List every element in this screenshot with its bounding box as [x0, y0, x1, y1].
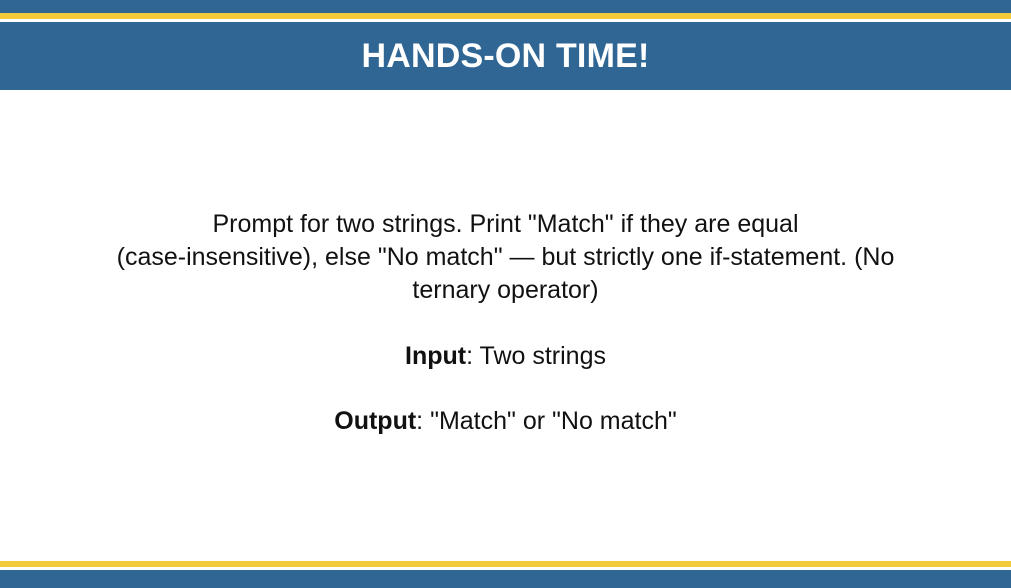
input-description: : Two strings: [466, 342, 606, 370]
slide-title: HANDS-ON TIME!: [361, 36, 650, 75]
input-label: Input: [405, 342, 467, 370]
header-top-stripe: [0, 0, 1011, 13]
input-spec: Input: Two strings: [60, 340, 951, 373]
task-prompt-line-1: Prompt for two strings. Print "Match" if…: [212, 210, 799, 238]
task-content: Prompt for two strings. Print "Match" if…: [60, 208, 951, 438]
task-prompt-line-2: (case-insensitive), else "No match" — bu…: [116, 243, 895, 271]
task-prompt-line-3: ternary operator): [412, 276, 599, 304]
output-description: : "Match" or "No match": [416, 407, 677, 435]
footer-band: [0, 570, 1011, 588]
task-prompt: Prompt for two strings. Print "Match" if…: [60, 208, 951, 307]
output-spec: Output: "Match" or "No match": [60, 405, 951, 438]
output-label: Output: [334, 407, 417, 435]
